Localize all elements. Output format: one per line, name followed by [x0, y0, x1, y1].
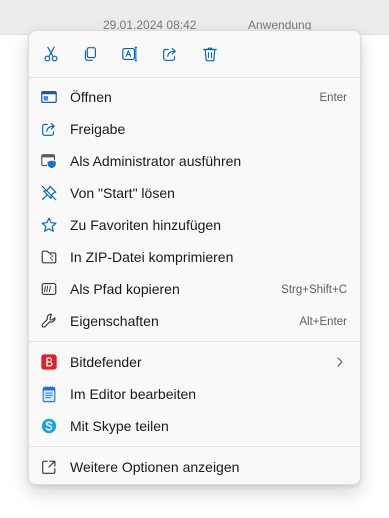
menu-item-add-favorites[interactable]: Zu Favoriten hinzufügen: [34, 210, 355, 240]
chevron-right-icon: [337, 357, 343, 367]
menu-item-shortcut: Alt+Enter: [299, 316, 347, 328]
skype-icon: [40, 417, 58, 435]
admin-shield-icon: [40, 152, 58, 170]
expand-icon: [40, 458, 58, 476]
menu-separator: [29, 77, 360, 78]
copy-path-icon: [40, 280, 58, 298]
window-icon: [40, 88, 58, 106]
menu-item-properties[interactable]: Eigenschaften Alt+Enter: [34, 306, 355, 336]
menu-item-label: Als Administrator ausführen: [70, 153, 242, 169]
menu-item-label: In ZIP-Datei komprimieren: [70, 249, 234, 265]
rename-button[interactable]: [115, 40, 145, 68]
share-icon: [163, 48, 176, 61]
cut-button[interactable]: [36, 40, 66, 68]
menu-item-share-skype[interactable]: Mit Skype teilen: [34, 411, 355, 441]
copy-icon: [84, 47, 96, 61]
menu-item-label: Öffnen: [70, 89, 112, 105]
wrench-icon: [40, 312, 58, 330]
menu-item-shortcut: Strg+Shift+C: [281, 284, 347, 296]
menu-item-shortcut: Enter: [319, 92, 348, 104]
menu-separator: [29, 446, 360, 447]
menu-item-label: Weitere Optionen anzeigen: [70, 459, 240, 475]
menu-item-more-options[interactable]: Weitere Optionen anzeigen: [34, 452, 355, 482]
notepad-icon: [40, 385, 58, 403]
star-icon: [40, 216, 58, 234]
unpin-icon: [40, 184, 58, 202]
menu-separator: [29, 341, 360, 342]
menu-item-open[interactable]: Öffnen Enter: [34, 82, 355, 112]
menu-item-edit-in-editor[interactable]: Im Editor bearbeiten: [34, 379, 355, 409]
context-menu: Öffnen Enter Freigabe Als Administrator …: [28, 30, 361, 485]
delete-button[interactable]: [195, 40, 225, 68]
menu-item-unpin-start[interactable]: Von "Start" lösen: [34, 178, 355, 208]
menu-item-label: Mit Skype teilen: [70, 418, 169, 434]
scissors-icon: [44, 46, 58, 62]
menu-item-label: Freigabe: [70, 121, 126, 137]
menu-item-label: Eigenschaften: [70, 313, 159, 329]
menu-item-share[interactable]: Freigabe: [34, 114, 355, 144]
menu-item-copy-path[interactable]: Als Pfad kopieren Strg+Shift+C: [34, 274, 355, 304]
menu-item-compress-zip[interactable]: In ZIP-Datei komprimieren: [34, 242, 355, 272]
bitdefender-icon: [40, 353, 58, 371]
menu-item-label: Zu Favoriten hinzufügen: [70, 217, 221, 233]
context-menu-toolbar: [29, 31, 360, 77]
menu-item-label: Von "Start" lösen: [70, 185, 175, 201]
menu-item-run-as-admin[interactable]: Als Administrator ausführen: [34, 146, 355, 176]
share-button[interactable]: [155, 40, 185, 68]
menu-item-label: Bitdefender: [70, 354, 142, 370]
menu-item-label: Als Pfad kopieren: [70, 281, 180, 297]
copy-button[interactable]: [75, 40, 105, 68]
menu-item-bitdefender[interactable]: Bitdefender: [34, 347, 355, 377]
trash-icon: [203, 47, 217, 62]
zip-folder-icon: [40, 248, 58, 266]
rename-icon: [122, 46, 138, 62]
share-icon: [40, 120, 58, 138]
menu-item-label: Im Editor bearbeiten: [70, 386, 197, 402]
